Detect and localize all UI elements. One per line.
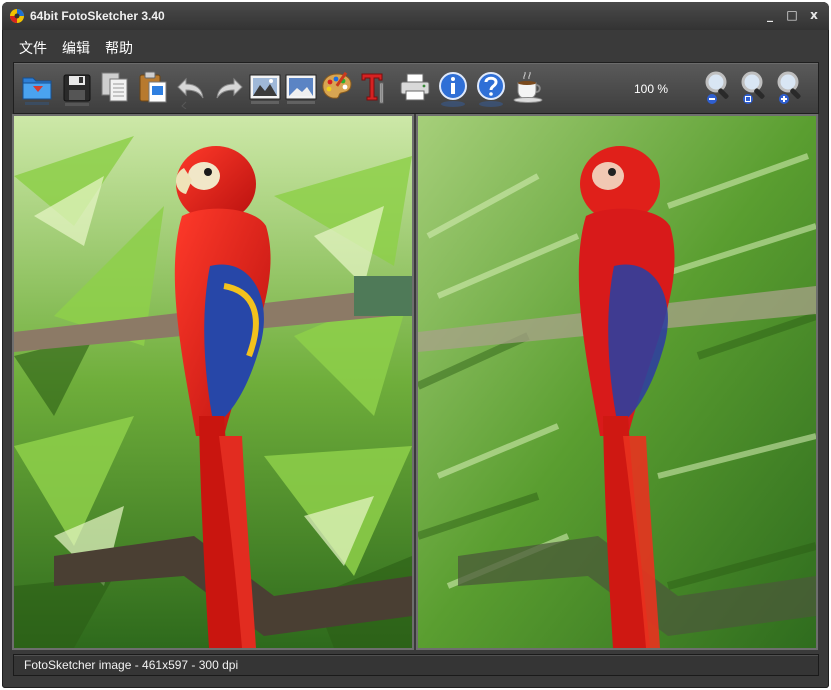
menu-edit[interactable]: 编辑 (62, 38, 90, 58)
result-parrot-image (418, 116, 816, 648)
help-icon[interactable] (474, 69, 508, 109)
palette-icon[interactable] (320, 69, 354, 109)
info-icon[interactable] (436, 69, 470, 109)
maximize-button[interactable]: □ (782, 6, 802, 24)
zoom-out-icon[interactable] (702, 69, 736, 109)
result-image-panel[interactable] (416, 114, 818, 650)
save-disk-icon[interactable] (60, 69, 94, 109)
open-folder-icon[interactable] (20, 69, 54, 109)
zoom-in-icon[interactable] (774, 69, 808, 109)
printer-icon[interactable] (398, 69, 432, 109)
result-image-icon[interactable] (284, 69, 318, 109)
menu-help[interactable]: 帮助 (105, 38, 133, 58)
coffee-cup-icon[interactable] (512, 69, 546, 109)
window-title: 64bit FotoSketcher 3.40 (30, 9, 165, 23)
zoom-level: 100 % (634, 82, 669, 96)
toolbar: 100 % (13, 62, 819, 114)
copy-icon[interactable] (98, 69, 132, 109)
status-bar: FotoSketcher image - 461x597 - 300 dpi (13, 654, 819, 676)
menu-file[interactable]: 文件 (19, 38, 47, 58)
text-tool-icon[interactable] (358, 69, 392, 109)
title-bar[interactable]: 64bit FotoSketcher 3.40 _ □ x (2, 2, 829, 30)
status-text: FotoSketcher image - 461x597 - 300 dpi (24, 658, 239, 672)
menu-bar: 文件 编辑 帮助 (2, 34, 829, 60)
app-window: 64bit FotoSketcher 3.40 _ □ x 文件 编辑 帮助 1… (2, 2, 829, 688)
source-parrot-image (14, 116, 412, 648)
undo-arrow-icon[interactable] (174, 69, 208, 109)
paste-clipboard-icon[interactable] (136, 69, 170, 109)
zoom-fit-icon[interactable] (738, 69, 772, 109)
close-button[interactable]: x (804, 6, 824, 24)
minimize-button[interactable]: _ (760, 6, 780, 24)
source-image-icon[interactable] (248, 69, 282, 109)
source-image-panel[interactable] (12, 114, 414, 650)
app-logo-icon (9, 8, 25, 24)
redo-arrow-icon[interactable] (212, 69, 246, 109)
